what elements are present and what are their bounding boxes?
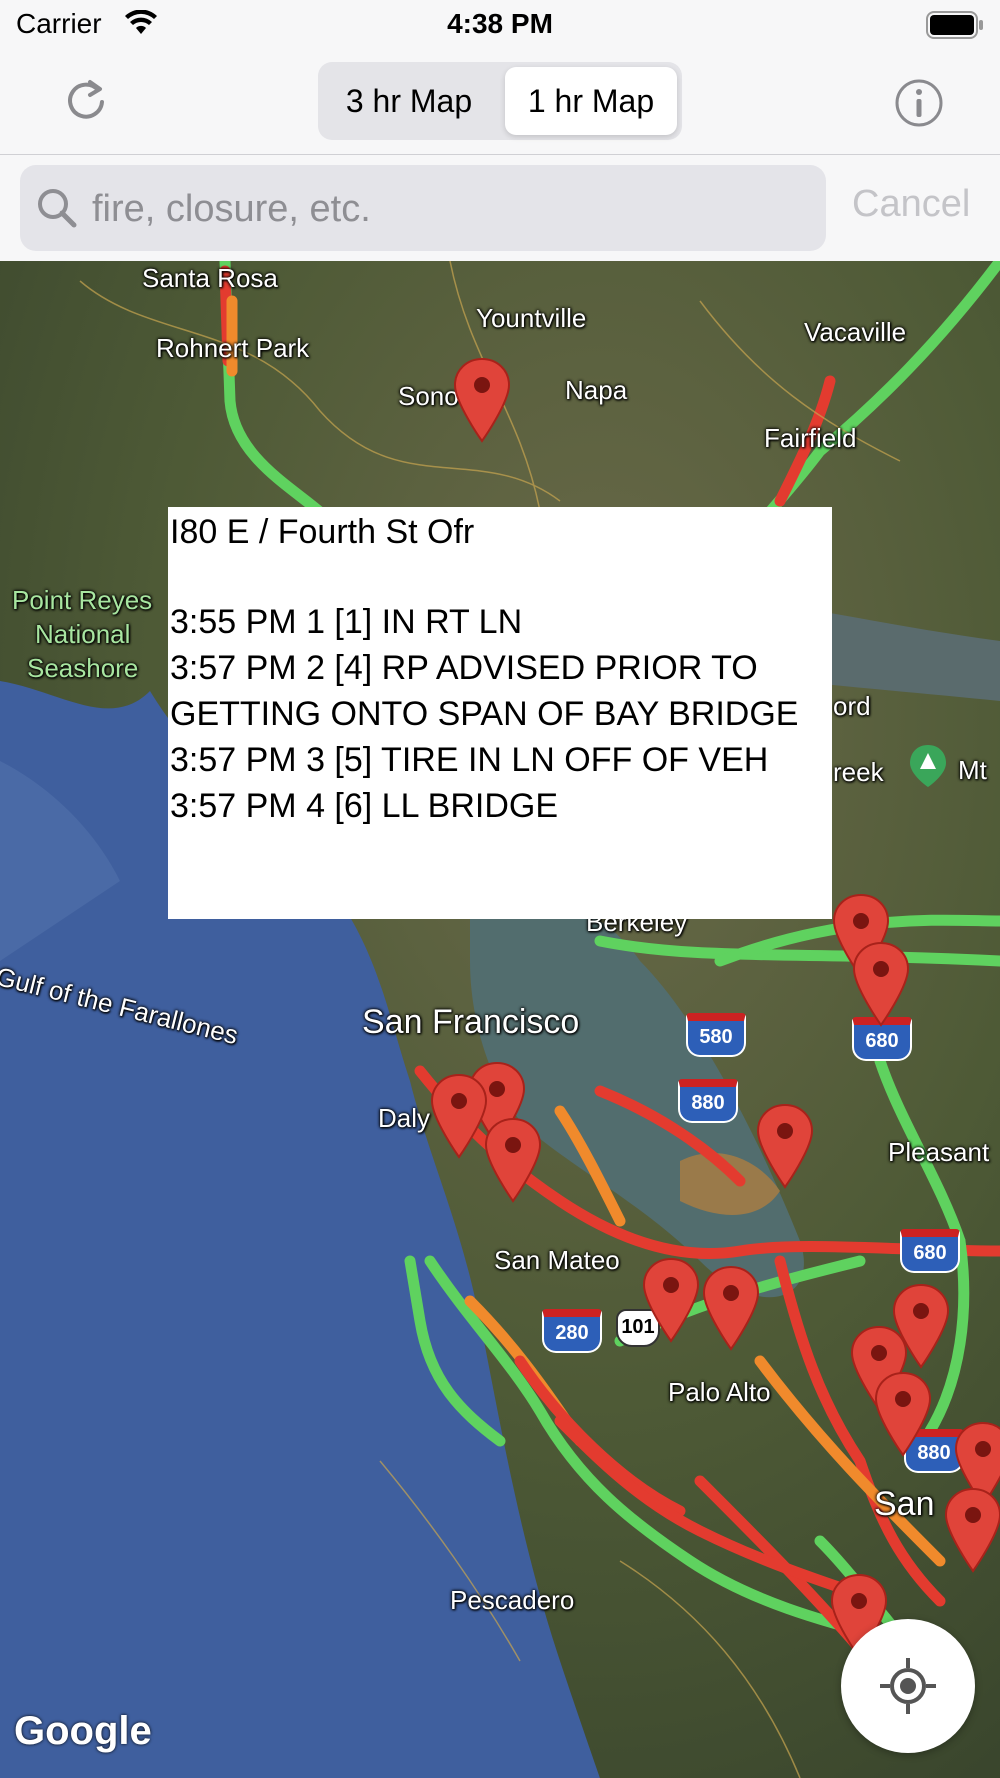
status-bar: Carrier 4:38 PM xyxy=(0,0,1000,50)
incident-callout[interactable]: I80 E / Fourth St Ofr 3:55 PM 1 [1] IN R… xyxy=(168,507,832,919)
incident-title: I80 E / Fourth St Ofr xyxy=(170,513,475,551)
nav-bar: 3 hr Map 1 hr Map xyxy=(0,50,1000,155)
interstate-580-shield: 580 xyxy=(686,1013,746,1057)
map-label-san-francisco: San Francisco xyxy=(362,1003,580,1041)
map-label-seashore: Seashore xyxy=(27,653,139,683)
map-label-point-reyes: Point Reyes xyxy=(12,585,153,615)
interstate-680-shield-south: 680 xyxy=(900,1229,960,1273)
incident-detail-line: 3:57 PM 3 [5] TIRE IN LN OFF OF VEH xyxy=(170,741,769,779)
search-input[interactable] xyxy=(90,173,814,245)
cancel-button[interactable]: Cancel xyxy=(852,183,970,226)
park-pin-icon xyxy=(910,745,946,787)
clock: 4:38 PM xyxy=(447,8,553,39)
incident-detail-line: 3:55 PM 1 [1] IN RT LN xyxy=(170,603,523,641)
map-label-mt-diablo: Mt xyxy=(958,755,987,785)
locate-me-button[interactable] xyxy=(841,1619,975,1753)
segment-3hr-map[interactable]: 3 hr Map xyxy=(323,67,495,135)
incident-pin[interactable] xyxy=(453,357,511,443)
map-label-national: National xyxy=(35,619,131,649)
incident-pin[interactable] xyxy=(642,1257,700,1343)
map-label-fairfield: Fairfield xyxy=(764,423,857,453)
interstate-880-shield: 880 xyxy=(678,1079,738,1123)
map-label-pescadero: Pescadero xyxy=(450,1585,575,1615)
map-label-daly-city: Daly xyxy=(378,1103,431,1133)
interstate-280-shield: 280 xyxy=(542,1309,602,1353)
incident-details: 3:55 PM 1 [1] IN RT LN 3:57 PM 2 [4] RP … xyxy=(170,599,832,829)
battery-icon xyxy=(926,11,983,39)
incident-pin[interactable] xyxy=(756,1103,814,1189)
incident-pin[interactable] xyxy=(484,1117,542,1203)
map-label-walnut-creek: reek xyxy=(833,757,884,787)
search-bar: Cancel xyxy=(0,155,1000,261)
incident-pin[interactable] xyxy=(702,1265,760,1351)
search-field[interactable] xyxy=(20,165,826,251)
incident-pin[interactable] xyxy=(944,1487,1000,1573)
map-range-segmented-control: 3 hr Map 1 hr Map xyxy=(318,62,682,140)
map-view[interactable]: Santa Rosa Yountville Rohnert Park Vacav… xyxy=(0,261,1000,1778)
locate-icon xyxy=(880,1658,936,1714)
map-label-palo-alto: Palo Alto xyxy=(668,1377,771,1407)
refresh-icon[interactable] xyxy=(62,76,110,124)
map-label-san-jose: San xyxy=(874,1485,935,1523)
info-icon[interactable] xyxy=(894,78,944,128)
map-label-san-mateo: San Mateo xyxy=(494,1245,620,1275)
map-label-vacaville: Vacaville xyxy=(804,317,907,347)
incident-pin[interactable] xyxy=(874,1371,932,1457)
map-label-sonoma: Sono xyxy=(398,381,459,411)
map-label-pleasanton: Pleasant xyxy=(888,1137,990,1167)
map-label-concord: ord xyxy=(833,691,871,721)
map-label-napa: Napa xyxy=(565,375,628,405)
map-label-santa-rosa: Santa Rosa xyxy=(142,263,278,293)
incident-pin[interactable] xyxy=(852,941,910,1027)
incident-detail-line: 3:57 PM 2 [4] RP ADVISED PRIOR TO GETTIN… xyxy=(170,649,799,733)
google-logo: Google xyxy=(14,1709,152,1753)
incident-pin[interactable] xyxy=(430,1073,488,1159)
incident-detail-line: 3:57 PM 4 [6] LL BRIDGE xyxy=(170,787,559,825)
map-label-yountville: Yountville xyxy=(476,303,587,333)
segment-1hr-map[interactable]: 1 hr Map xyxy=(505,67,677,135)
map-label-rohnert-park: Rohnert Park xyxy=(156,333,310,363)
search-icon xyxy=(38,189,77,228)
